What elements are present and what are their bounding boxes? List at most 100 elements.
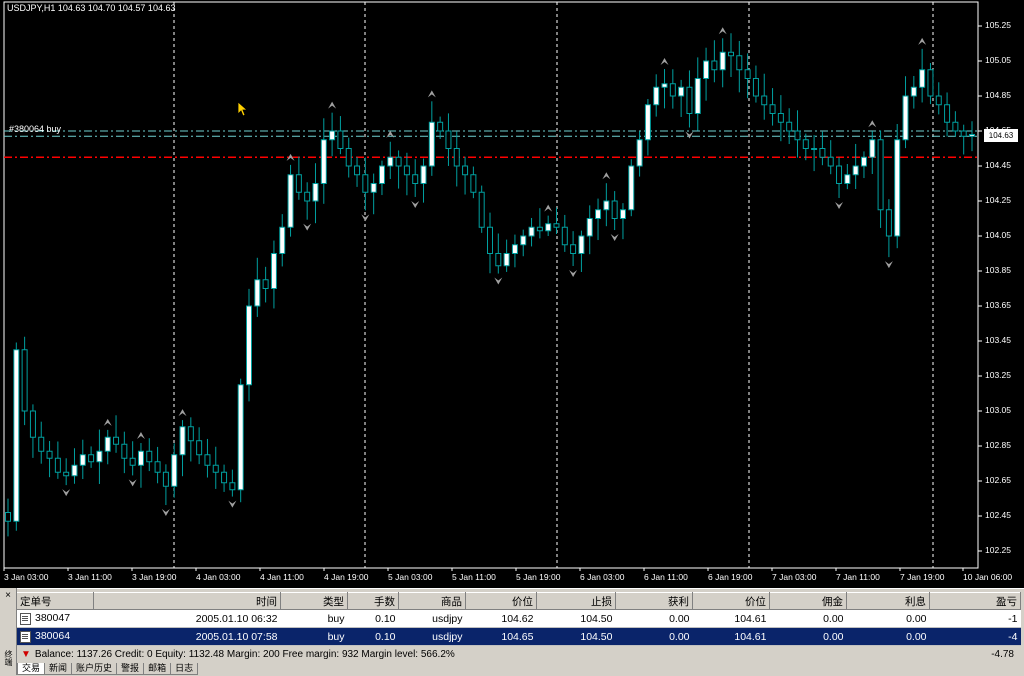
candle-body bbox=[478, 191, 485, 228]
candle-body bbox=[270, 253, 277, 289]
candle-body bbox=[769, 104, 776, 114]
candle-body bbox=[304, 191, 311, 202]
order-swap: 0.00 bbox=[846, 627, 930, 646]
candle-body bbox=[487, 226, 493, 254]
candle-body bbox=[13, 349, 20, 522]
col-take-profit[interactable]: 获利 bbox=[615, 592, 693, 610]
candle-body bbox=[836, 165, 843, 184]
candle-body bbox=[445, 130, 452, 149]
candle-body bbox=[5, 512, 11, 522]
candle-body bbox=[362, 174, 369, 193]
candle-body bbox=[137, 450, 144, 466]
candle-body bbox=[46, 450, 53, 459]
candle-body bbox=[146, 450, 153, 463]
fractal-down-icon bbox=[610, 234, 619, 242]
candle-body bbox=[678, 86, 685, 97]
candle-body bbox=[777, 113, 784, 123]
y-tick-label: 104.85 bbox=[985, 90, 1011, 100]
candle-body bbox=[104, 436, 111, 452]
price-chart[interactable]: USDJPY,H1 104.63 104.70 104.57 104.63 #3… bbox=[0, 0, 1024, 588]
candle-body bbox=[536, 226, 543, 232]
candle-body bbox=[744, 69, 751, 79]
tab-mailbox[interactable]: 邮箱 bbox=[143, 663, 172, 675]
candle-body bbox=[811, 148, 818, 150]
chart-canvas[interactable] bbox=[0, 0, 1024, 588]
order-commission: 0.00 bbox=[769, 627, 847, 646]
tab-account-history[interactable]: 账户历史 bbox=[71, 663, 118, 675]
candle-body bbox=[378, 165, 385, 184]
candle-body bbox=[21, 349, 28, 412]
candle-body bbox=[403, 165, 410, 176]
order-row[interactable]: 380047 2005.01.10 06:32 buy 0.10 usdjpy … bbox=[17, 609, 1021, 628]
col-type[interactable]: 类型 bbox=[280, 592, 348, 610]
order-lots: 0.10 bbox=[347, 627, 399, 646]
order-time: 2005.01.10 06:32 bbox=[93, 609, 281, 628]
candle-body bbox=[71, 464, 78, 477]
candle-body bbox=[229, 482, 236, 491]
tab-alerts[interactable]: 警报 bbox=[116, 663, 145, 675]
candle-body bbox=[462, 165, 469, 176]
order-sl: 104.50 bbox=[536, 627, 616, 646]
col-commission[interactable]: 佣金 bbox=[769, 592, 847, 610]
tab-news[interactable]: 新闻 bbox=[44, 663, 73, 675]
terminal-side-label: 终端 bbox=[4, 650, 13, 666]
candle-body bbox=[295, 174, 302, 193]
fractal-up-icon bbox=[178, 409, 187, 417]
candle-body bbox=[312, 183, 319, 202]
candle-body bbox=[694, 78, 701, 114]
y-tick-label: 102.85 bbox=[985, 440, 1011, 450]
col-symbol[interactable]: 商品 bbox=[398, 592, 466, 610]
candle-body bbox=[246, 305, 252, 386]
fractal-down-icon bbox=[62, 489, 71, 497]
candle-body bbox=[719, 51, 726, 71]
order-price: 104.61 bbox=[692, 609, 770, 628]
account-summary: ▼ Balance: 1137.26 Credit: 0 Equity: 1132… bbox=[17, 647, 1021, 662]
col-time[interactable]: 时间 bbox=[93, 592, 281, 610]
candle-body bbox=[852, 165, 859, 176]
total-profit: -4.78 bbox=[991, 649, 1014, 660]
candle-body bbox=[619, 209, 626, 219]
close-icon[interactable]: × bbox=[3, 591, 13, 601]
candle-body bbox=[503, 253, 510, 267]
candle-body bbox=[204, 454, 211, 466]
candle-body bbox=[262, 279, 269, 289]
candle-body bbox=[885, 209, 892, 237]
order-swap: 0.00 bbox=[846, 609, 930, 628]
candle-body bbox=[237, 384, 244, 491]
x-tick-label: 5 Jan 03:00 bbox=[388, 572, 433, 582]
candle-body bbox=[960, 130, 967, 137]
candle-body bbox=[603, 200, 610, 211]
col-lots[interactable]: 手数 bbox=[347, 592, 399, 610]
col-stop-loss[interactable]: 止损 bbox=[536, 592, 616, 610]
order-profit: -1 bbox=[929, 609, 1021, 628]
col-profit[interactable]: 盈亏 bbox=[929, 592, 1021, 610]
x-tick-label: 7 Jan 03:00 bbox=[772, 572, 817, 582]
candle-body bbox=[121, 443, 128, 459]
candle-body bbox=[578, 235, 585, 254]
candle-body bbox=[162, 471, 169, 487]
col-price[interactable]: 价位 bbox=[692, 592, 770, 610]
col-open-price[interactable]: 价位 bbox=[465, 592, 537, 610]
candle-body bbox=[661, 83, 668, 88]
candle-body bbox=[686, 86, 693, 114]
tab-journal[interactable]: 日志 bbox=[170, 663, 199, 675]
x-tick-label: 7 Jan 11:00 bbox=[836, 572, 880, 582]
candle-body bbox=[927, 69, 934, 97]
candle-body bbox=[63, 471, 70, 477]
x-tick-label: 3 Jan 19:00 bbox=[132, 572, 177, 582]
fractal-up-icon bbox=[868, 120, 877, 128]
fractal-down-icon bbox=[361, 214, 370, 222]
order-row-selected[interactable]: 380064 2005.01.10 07:58 buy 0.10 usdjpy … bbox=[17, 627, 1021, 646]
candle-body bbox=[129, 457, 136, 466]
order-time: 2005.01.10 07:58 bbox=[93, 627, 281, 646]
x-tick-label: 6 Jan 11:00 bbox=[644, 572, 688, 582]
candle-body bbox=[320, 139, 327, 184]
candle-body bbox=[171, 454, 178, 487]
candle-body bbox=[561, 226, 568, 246]
order-ticket: 380064 bbox=[35, 630, 71, 643]
tab-trade[interactable]: 交易 bbox=[17, 663, 46, 675]
candle-body bbox=[38, 436, 45, 452]
col-ticket[interactable]: 定单号 bbox=[17, 592, 94, 610]
col-swap[interactable]: 利息 bbox=[846, 592, 930, 610]
arrow-down-icon: ▼ bbox=[21, 649, 31, 660]
